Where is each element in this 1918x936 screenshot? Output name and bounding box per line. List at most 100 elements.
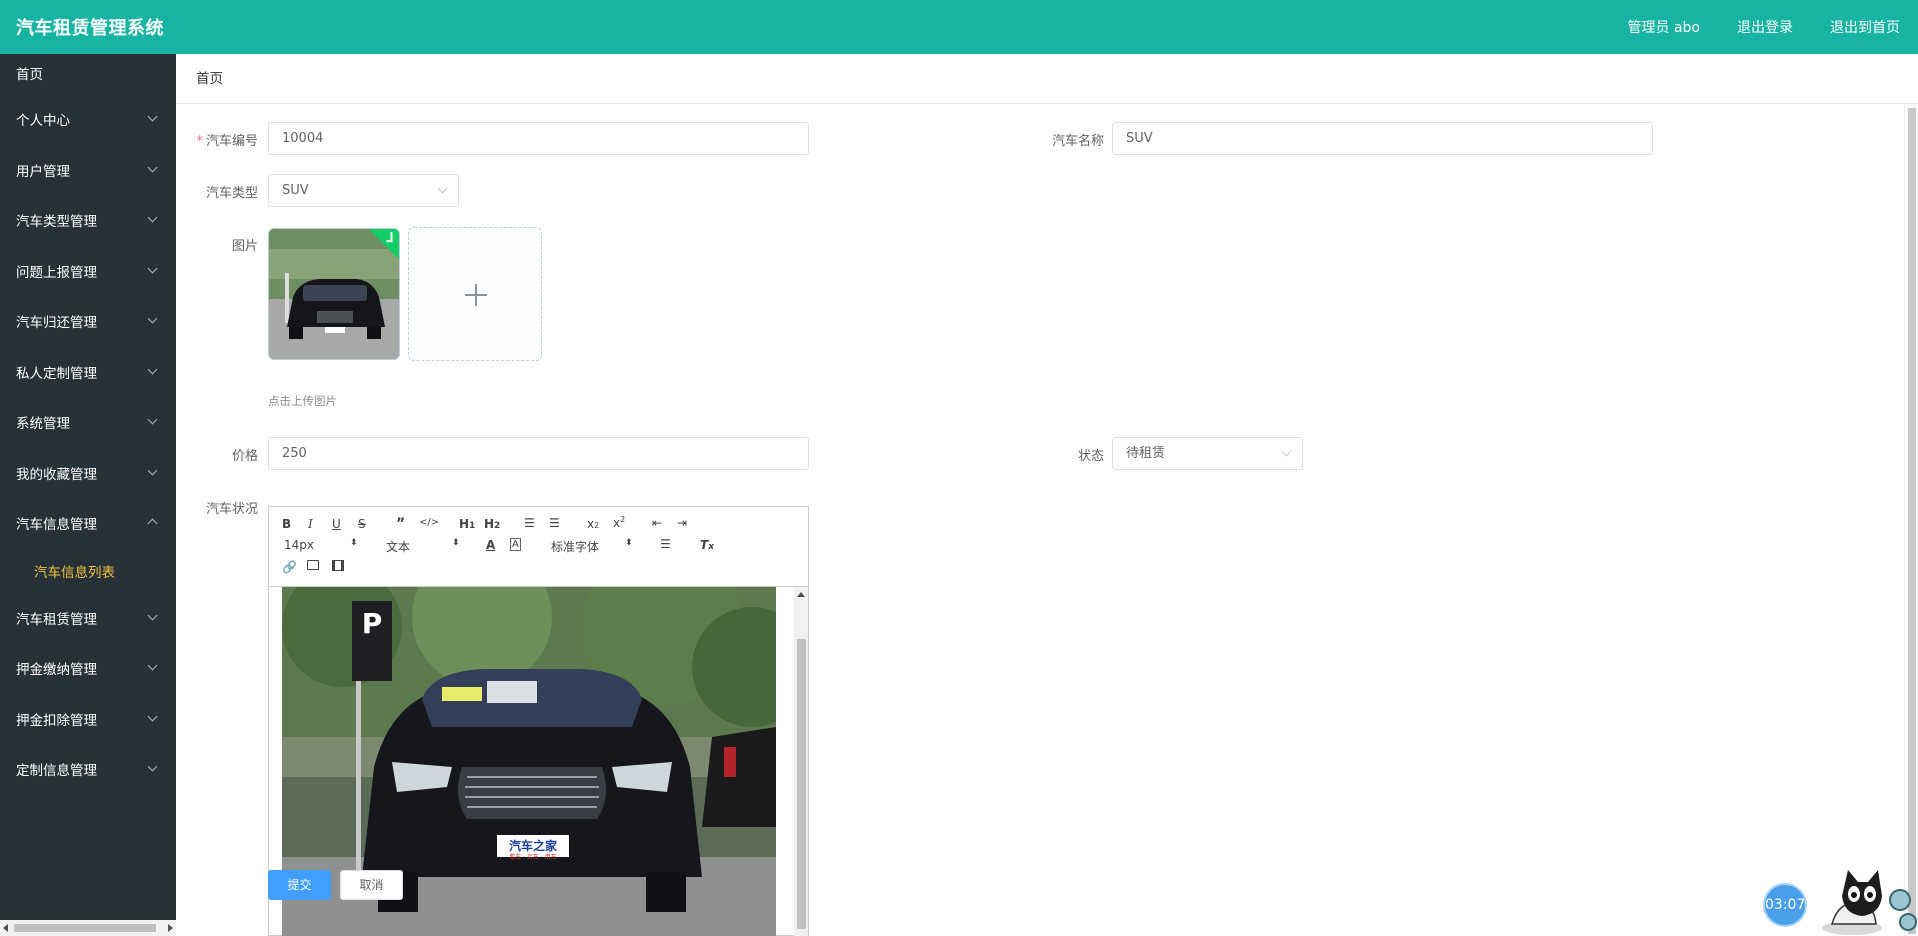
updown-icon: ⬍ xyxy=(452,538,460,548)
chevron-down-icon xyxy=(149,450,156,501)
clear-format-icon[interactable]: Tx xyxy=(700,538,714,552)
sidebar-item-custom-order-management[interactable]: 私人定制管理 xyxy=(0,349,176,400)
chevron-down-icon xyxy=(1281,446,1292,457)
mascot-cat-widget[interactable] xyxy=(1812,862,1918,936)
app-title: 汽车租赁管理系统 xyxy=(16,18,164,39)
sidebar-item-car-rental-management[interactable]: 汽车租赁管理 xyxy=(0,595,176,646)
scrollbar-thumb[interactable] xyxy=(797,639,806,929)
font-family-select[interactable]: 标准字体 ⬍ xyxy=(551,538,633,555)
status-selected-value: 待租赁 xyxy=(1126,446,1166,461)
chevron-down-icon xyxy=(149,298,156,349)
sidebar-item-label: 系统管理 xyxy=(16,416,70,432)
sidebar-item-custom-info-management[interactable]: 定制信息管理 xyxy=(0,746,176,797)
plate-text: 汽车之家 xyxy=(509,838,558,853)
uploaded-car-thumbnail[interactable] xyxy=(268,228,400,360)
sidebar-item-label: 问题上报管理 xyxy=(16,264,97,281)
outdent-icon[interactable]: ⇤ xyxy=(652,516,662,530)
heading-2-icon[interactable]: H2 xyxy=(484,517,500,531)
sidebar-item-label: 汽车信息管理 xyxy=(16,517,97,533)
font-size-select[interactable]: 14px ⬍ xyxy=(284,538,358,552)
submit-button[interactable]: 提交 xyxy=(268,870,331,900)
sidebar-item-personal-center[interactable]: 个人中心 xyxy=(0,96,176,147)
align-icon[interactable]: ☰ xyxy=(660,537,671,551)
image-upload-button[interactable] xyxy=(408,227,542,361)
header-select[interactable]: 文本 ⬍ xyxy=(386,538,460,555)
cancel-button[interactable]: 取消 xyxy=(340,870,403,900)
subscript-icon[interactable]: x2 xyxy=(587,517,599,531)
chevron-down-icon xyxy=(149,645,156,696)
scrollbar-thumb[interactable] xyxy=(14,924,156,932)
logout-link[interactable]: 退出登录 xyxy=(1737,17,1793,37)
admin-user-label: 管理员 abo xyxy=(1627,20,1700,36)
car-name-label: 汽车名称 xyxy=(1051,134,1104,149)
timer-badge[interactable]: 03:07 xyxy=(1763,883,1807,927)
editor-scrollbar[interactable] xyxy=(794,587,808,936)
car-thumbnail-image xyxy=(269,229,399,359)
sidebar-item-issue-report-management[interactable]: 问题上报管理 xyxy=(0,248,176,299)
car-no-label: * 汽车编号 xyxy=(196,130,258,149)
price-input[interactable]: 250 xyxy=(268,437,809,470)
scrollbar-thumb[interactable] xyxy=(1908,108,1916,934)
sidebar-item-car-type-management[interactable]: 汽车类型管理 xyxy=(0,197,176,248)
italic-icon[interactable]: I xyxy=(308,517,313,531)
sidebar-item-home[interactable]: 首页 xyxy=(0,54,176,96)
heading-1-icon[interactable]: H1 xyxy=(459,517,475,531)
sidebar-item-car-info-management[interactable]: 汽车信息管理 xyxy=(0,500,176,551)
breadcrumb[interactable]: 首页 xyxy=(176,54,1918,104)
sidebar-item-user-management[interactable]: 用户管理 xyxy=(0,147,176,198)
underline-icon[interactable]: U xyxy=(332,517,341,531)
bullet-list-icon[interactable]: ☰ xyxy=(549,516,560,530)
sidebar-item-favorites-management[interactable]: 我的收藏管理 xyxy=(0,450,176,501)
superscript-icon[interactable]: x2 xyxy=(613,515,625,530)
scroll-right-arrow-icon[interactable] xyxy=(168,924,173,932)
header-select-value: 文本 xyxy=(386,540,411,554)
updown-icon: ⬍ xyxy=(625,538,633,548)
car-no-input[interactable]: 10004 xyxy=(268,122,809,155)
chevron-down-icon xyxy=(149,248,156,299)
font-color-icon[interactable]: A xyxy=(486,538,495,552)
blockquote-icon[interactable]: ” xyxy=(396,516,405,532)
bold-icon[interactable]: B xyxy=(282,517,291,531)
status-select[interactable]: 待租赁 xyxy=(1112,437,1303,470)
background-color-icon[interactable]: A xyxy=(510,538,521,551)
code-icon[interactable]: </> xyxy=(419,517,439,528)
required-asterisk: * xyxy=(196,134,203,149)
scroll-left-arrow-icon[interactable] xyxy=(3,924,8,932)
chevron-down-icon xyxy=(149,399,156,450)
chevron-down-icon xyxy=(149,696,156,747)
ordered-list-icon[interactable]: ☰ xyxy=(524,516,535,530)
sidebar-item-label: 用户管理 xyxy=(16,163,70,180)
price-label: 价格 xyxy=(231,449,258,464)
sidebar-item-label: 私人定制管理 xyxy=(16,365,97,382)
video-icon[interactable] xyxy=(332,560,344,571)
image-icon[interactable] xyxy=(307,560,319,570)
plus-icon-vertical xyxy=(475,284,477,306)
condition-label: 汽车状况 xyxy=(205,502,258,517)
sidebar-item-deposit-payment-management[interactable]: 押金缴纳管理 xyxy=(0,645,176,696)
upload-tip: 点击上传图片 xyxy=(268,394,337,408)
scroll-up-arrow-icon[interactable] xyxy=(797,592,805,597)
sidebar-item-label: 押金扣除管理 xyxy=(16,712,97,729)
car-type-select[interactable]: SUV xyxy=(268,174,459,207)
main-vertical-scrollbar[interactable] xyxy=(1904,104,1918,936)
strikethrough-icon[interactable]: S xyxy=(358,517,366,531)
chevron-down-icon xyxy=(149,197,156,248)
sidebar-subitem-car-info-list[interactable]: 汽车信息列表 xyxy=(0,550,176,595)
link-icon[interactable]: 🔗 xyxy=(282,560,297,574)
updown-icon: ⬍ xyxy=(350,538,358,548)
sidebar: 首页 个人中心 用户管理 汽车类型管理 问题上报管理 汽车归还管理 私人定制管理… xyxy=(0,54,176,936)
sidebar-item-system-management[interactable]: 系统管理 xyxy=(0,399,176,450)
status-label: 状态 xyxy=(1077,449,1104,464)
sidebar-item-deposit-deduction-management[interactable]: 押金扣除管理 xyxy=(0,696,176,747)
car-no-label-text: 汽车编号 xyxy=(205,134,258,149)
chevron-down-icon xyxy=(149,349,156,400)
sidebar-item-label: 定制信息管理 xyxy=(16,763,97,779)
sidebar-item-car-return-management[interactable]: 汽车归还管理 xyxy=(0,298,176,349)
sidebar-item-label: 个人中心 xyxy=(16,113,70,129)
parking-sign-text: P xyxy=(362,607,383,640)
sidebar-item-label: 押金缴纳管理 xyxy=(16,662,97,678)
car-name-input[interactable]: SUV xyxy=(1112,122,1653,155)
back-home-link[interactable]: 退出到首页 xyxy=(1830,17,1900,37)
indent-icon[interactable]: ⇥ xyxy=(677,516,687,530)
sidebar-horizontal-scrollbar[interactable] xyxy=(0,920,176,936)
